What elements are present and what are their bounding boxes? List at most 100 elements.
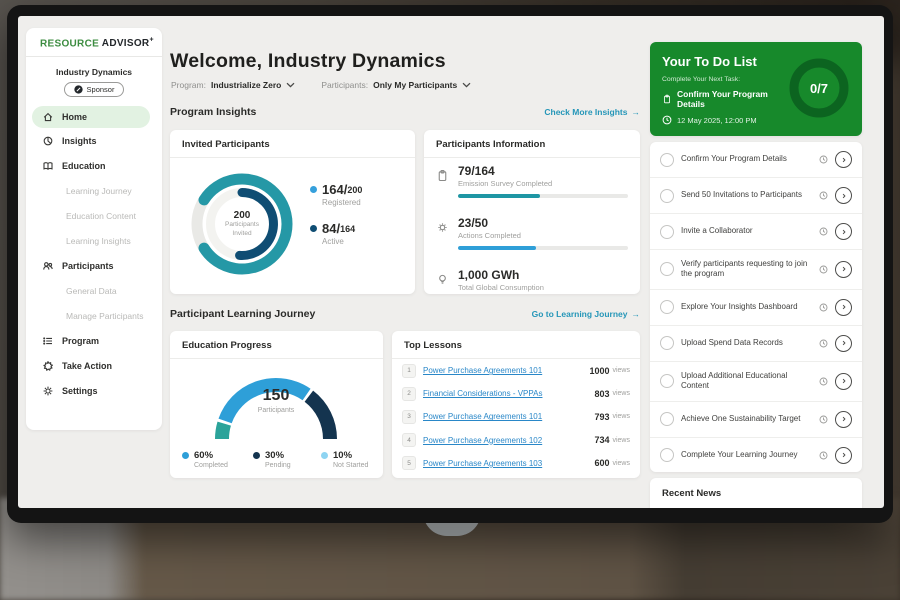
legend-dot [253,452,260,459]
top-lessons-card: Top Lessons 1 Power Purchase Agreements … [392,331,640,478]
filters-bar: Program: Industrialize Zero Participants… [171,80,471,90]
sidebar-item-learning-journey[interactable]: Learning Journey [26,178,162,203]
chevron-right-icon [840,303,848,311]
legend-dot [310,186,317,193]
clock-icon [819,377,828,386]
task-checkbox[interactable] [660,448,674,462]
sidebar-item-label: Take Action [62,361,112,371]
task-row: Upload Additional Educational Content [650,362,862,402]
lesson-row: 5 Power Purchase Agreements 103 600 view… [392,452,640,475]
rank-badge: 1 [402,364,416,378]
task-open-button[interactable] [835,411,852,428]
sidebar-item-home[interactable]: Home [32,106,150,128]
task-open-button[interactable] [835,299,852,316]
sidebar-item-label: Learning Journey [66,186,132,196]
clock-icon [662,115,672,125]
list-icon [42,335,54,347]
gauge-center-label: 150 Participants [201,387,351,414]
task-row: Invite a Collaborator [650,214,862,250]
sidebar-item-manage-participants[interactable]: Manage Participants [26,303,162,328]
program-insights-header: Program Insights Check More Insights → [170,106,640,118]
task-open-button[interactable] [835,373,852,390]
sidebar-item-label: Insights [62,136,97,146]
sidebar-item-label: Learning Insights [66,236,131,246]
lesson-link[interactable]: Power Purchase Agreements 102 [423,436,542,445]
participants-filter-value[interactable]: Only My Participants [373,80,457,90]
sidebar-item-general-data[interactable]: General Data [26,278,162,303]
task-checkbox[interactable] [660,189,674,203]
brand-primary: RESOURCE [40,38,99,49]
sidebar-item-label: Settings [62,386,98,396]
sidebar-item-label: Participants [62,261,114,271]
sidebar-item-label: Education [62,161,106,171]
task-row: Complete Your Learning Journey [650,438,862,472]
sidebar-item-settings[interactable]: Settings [26,378,162,403]
clipboard-icon [662,94,672,104]
sidebar-item-label: General Data [66,286,117,296]
task-checkbox[interactable] [660,262,674,276]
learning-journey-header: Participant Learning Journey Go to Learn… [170,308,640,320]
rank-badge: 3 [402,410,416,424]
lesson-link[interactable]: Power Purchase Agreements 101 [423,412,542,421]
sponsor-icon [74,85,83,94]
card-title: Education Progress [170,331,383,359]
sidebar-item-education[interactable]: Education [26,153,162,178]
task-open-button[interactable] [835,223,852,240]
todo-task-list: Confirm Your Program Details Send 50 Inv… [650,142,862,472]
lesson-row: 1 Power Purchase Agreements 101 1000 vie… [392,359,640,382]
participants-dropdown[interactable] [462,82,471,88]
go-to-learning-journey-link[interactable]: Go to Learning Journey → [532,309,640,319]
lesson-link[interactable]: Power Purchase Agreements 101 [423,366,542,375]
task-checkbox[interactable] [660,225,674,239]
program-dropdown[interactable] [286,82,295,88]
task-checkbox[interactable] [660,412,674,426]
task-checkbox[interactable] [660,153,674,167]
lesson-link[interactable]: Power Purchase Agreements 103 [423,459,542,468]
task-checkbox[interactable] [660,336,674,350]
next-task-label: Confirm Your Program Details [677,89,797,109]
card-title: Participants Information [424,130,640,158]
task-checkbox[interactable] [660,374,674,388]
legend-dot [182,452,189,459]
task-checkbox[interactable] [660,300,674,314]
invited-participants-card: Invited Participants 200 Participants In… [170,130,415,294]
invited-donut: 200 Participants Invited [184,166,300,282]
brand-secondary: ADVISOR+ [102,38,154,49]
sidebar-item-program[interactable]: Program [26,328,162,353]
education-progress-card: Education Progress 150 Participants 60% … [170,331,383,478]
home-icon [42,111,54,123]
task-open-button[interactable] [835,187,852,204]
task-row: Explore Your Insights Dashboard [650,290,862,326]
clock-icon [819,415,828,424]
section-title: Program Insights [170,106,256,118]
task-row: Confirm Your Program Details [650,142,862,178]
legend-active: 84/ 164 Active [310,221,362,246]
check-more-insights-link[interactable]: Check More Insights → [544,107,640,117]
task-open-button[interactable] [835,447,852,464]
chevron-right-icon [840,228,848,236]
sidebar-item-education-content[interactable]: Education Content [26,203,162,228]
sidebar-item-learning-insights[interactable]: Learning Insights [26,228,162,253]
program-filter-label: Program: [171,80,206,90]
monitor-bezel: RESOURCE ADVISOR+ Industry Dynamics Spon… [7,5,893,523]
lesson-row: 4 Power Purchase Agreements 102 734 view… [392,429,640,452]
sidebar-item-insights[interactable]: Insights [26,128,162,153]
chevron-down-icon [462,82,471,88]
sidebar-item-participants[interactable]: Participants [26,253,162,278]
task-open-button[interactable] [835,151,852,168]
sidebar-item-take-action[interactable]: Take Action [26,353,162,378]
emission-survey-row: 79/164 Emission Survey Completed [436,164,628,198]
donut-center-label: 200 Participants Invited [184,166,300,282]
progress-bar [458,194,628,198]
lesson-link[interactable]: Financial Considerations - VPPAs [423,389,542,398]
clock-icon [819,155,828,164]
task-open-button[interactable] [835,261,852,278]
program-filter-value[interactable]: Industrialize Zero [211,80,281,90]
org-name: Industry Dynamics [26,67,162,77]
task-open-button[interactable] [835,335,852,352]
action-burst-icon [42,360,54,372]
task-row: Upload Spend Data Records [650,326,862,362]
clock-icon [819,451,828,460]
sidebar-divider [26,56,162,57]
task-row: Achieve One Sustainability Target [650,402,862,438]
